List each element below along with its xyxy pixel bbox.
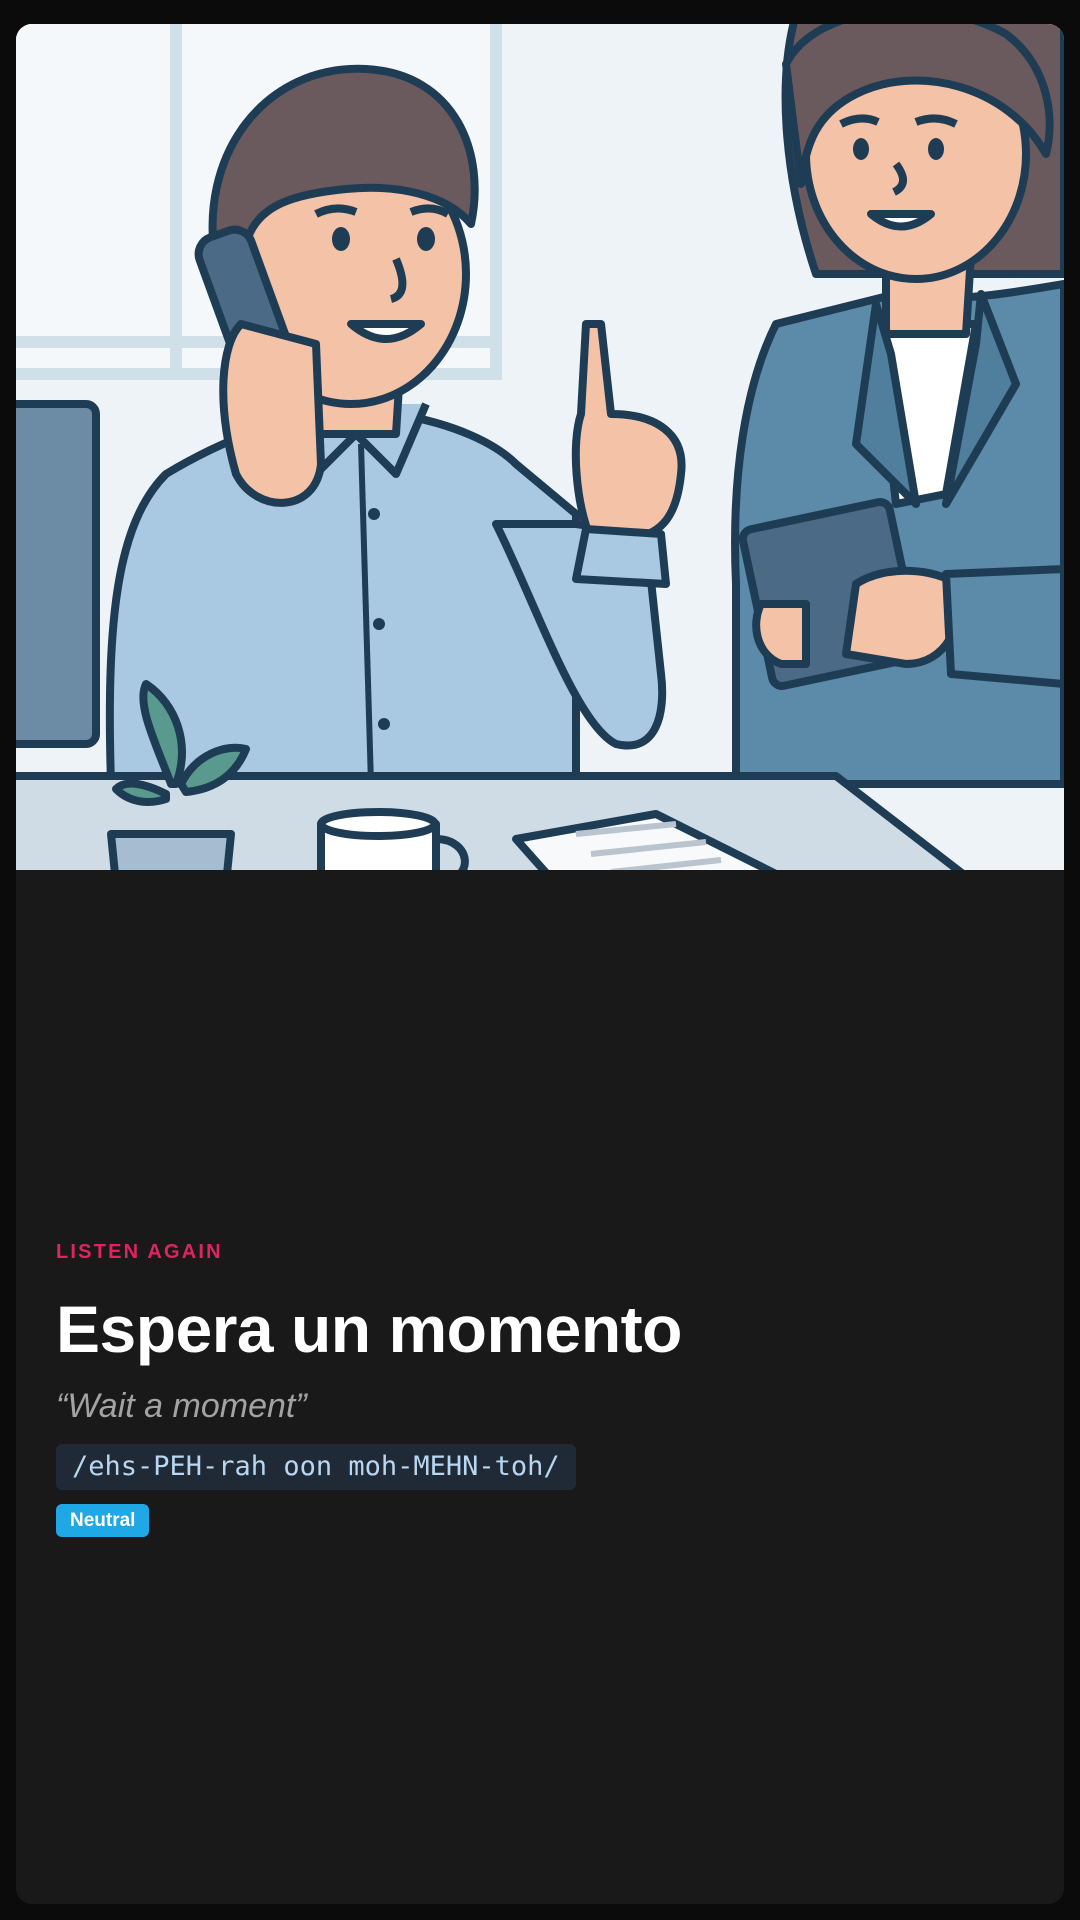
badge-row: Neutral xyxy=(56,1504,1024,1537)
pronunciation-guide: /ehs-PEH-rah oon moh-MEHN-toh/ xyxy=(56,1444,576,1490)
english-translation: “Wait a moment” xyxy=(56,1387,307,1425)
section-kicker: LISTEN AGAIN xyxy=(56,1241,223,1263)
office-scene-illustration xyxy=(16,24,1064,870)
lesson-card: LISTEN AGAIN Espera un momento “Wait a m… xyxy=(16,24,1064,1904)
pronunciation-row: /ehs-PEH-rah oon moh-MEHN-toh/ xyxy=(56,1444,1024,1490)
woman-figure xyxy=(731,24,1064,788)
phrase-details: LISTEN AGAIN Espera un momento “Wait a m… xyxy=(56,1240,1024,1537)
register-badge: Neutral xyxy=(56,1504,150,1537)
spanish-phrase: Espera un momento xyxy=(56,1292,682,1366)
